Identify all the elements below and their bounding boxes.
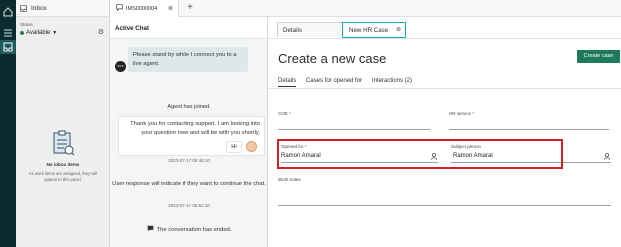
person-icon[interactable]	[604, 152, 610, 162]
inbox-panel: Inbox Status Available ▼ ⚙ No inbox item…	[16, 0, 110, 247]
create-case-button[interactable]: Create case	[577, 50, 620, 63]
home-icon[interactable]	[3, 4, 13, 17]
close-icon[interactable]: ⊗	[396, 26, 401, 33]
timestamp: 2023-07-17 05:48:10	[168, 158, 210, 163]
workspace-tabstrip: IMS0000004 ⊗ +	[110, 0, 621, 17]
form-tabs: Details Cases for opened for Interaction…	[268, 75, 621, 89]
record-panel: Details New HR Case ⊗ Create a new case …	[268, 17, 621, 247]
support-message: Thank you for contacting support. I am l…	[118, 116, 265, 156]
tab-interaction-label: IMS0000004	[126, 5, 158, 12]
agent-message: Please stand by while I connect you to a…	[128, 47, 248, 72]
conversation-ended-text: The conversation has ended.	[156, 226, 232, 233]
user-avatar	[246, 141, 257, 152]
tab-form-details[interactable]: Details	[278, 78, 297, 87]
work-notes-label: Work notes	[278, 177, 301, 182]
status-label: Status	[20, 22, 33, 27]
tab-cases-opened-for[interactable]: Cases for opened for	[306, 78, 362, 84]
empty-state-title: No inbox items	[46, 162, 80, 167]
page-title: Create a new case	[278, 51, 387, 66]
status-dropdown[interactable]: Available ▼	[20, 30, 57, 36]
user-response-note: User response will indicate if they want…	[112, 181, 266, 187]
inbox-header-icon	[20, 0, 27, 17]
timestamp: 2023-07-17 05:52:10	[168, 203, 210, 208]
hr-service-label: HR service *	[449, 111, 475, 116]
clipboard-icon	[52, 130, 75, 161]
work-notes-input[interactable]	[278, 205, 611, 206]
tab-details[interactable]: Details	[277, 22, 343, 37]
inbox-title: Inbox	[31, 4, 47, 12]
record-subtabs: Details New HR Case ⊗	[268, 17, 621, 39]
app-rail	[0, 0, 16, 247]
conversation-ended-notice: The conversation has ended.	[110, 225, 268, 234]
chevron-down-icon: ▼	[52, 30, 58, 36]
menu-icon[interactable]	[3, 25, 13, 37]
chat-bubble-icon	[116, 4, 123, 13]
tab-new-hr-case[interactable]: New HR Case ⊗	[342, 22, 406, 38]
agent-avatar: SYS	[115, 61, 126, 72]
gear-icon[interactable]: ⚙	[98, 28, 104, 36]
inbox-icon[interactable]	[0, 40, 16, 54]
tab-new-hr-case-label: New HR Case	[349, 27, 389, 34]
coe-label: COE *	[278, 111, 291, 116]
add-tab-button[interactable]: +	[182, 1, 198, 15]
inbox-header: Inbox	[16, 0, 109, 17]
user-message: Hi	[226, 141, 242, 153]
chat-header: Active Chat	[110, 17, 267, 39]
status-value: Available	[26, 30, 51, 36]
tab-interactions[interactable]: Interactions (2)	[372, 78, 412, 84]
available-dot-icon	[20, 31, 24, 35]
empty-state-subtitle: As work items are assigned, they will ap…	[28, 171, 98, 182]
close-tab-icon[interactable]: ⊗	[168, 5, 173, 12]
chat-ended-icon	[147, 225, 154, 234]
chat-panel: Active Chat SYS Please stand by while I …	[110, 17, 268, 247]
hr-service-input[interactable]	[449, 129, 609, 130]
highlight-box	[277, 139, 563, 169]
coe-input[interactable]	[278, 129, 430, 130]
